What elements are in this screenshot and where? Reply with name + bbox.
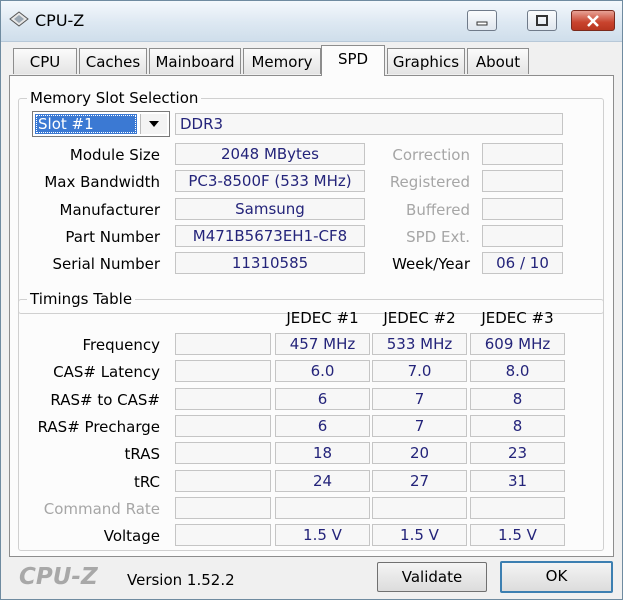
week-year-field: 06 / 10 (482, 252, 563, 274)
timing-value-cell: 1.5 V (372, 524, 467, 546)
version-label: Version 1.52.2 (127, 571, 235, 589)
timing-row-label: tRAS (124, 445, 160, 463)
tab-caches[interactable]: Caches (79, 48, 147, 74)
max-bandwidth-field: PC3-8500F (533 MHz) (175, 170, 365, 192)
timing-blank-cell (175, 415, 271, 437)
timing-value-cell: 609 MHz (470, 333, 565, 355)
timing-value-cell: 8 (470, 388, 565, 410)
timing-value-cell: 6 (275, 415, 370, 437)
timing-value-cell: 27 (372, 470, 467, 492)
timings-col-header: JEDEC #2 (383, 309, 456, 327)
spd-page: Memory Slot Selection Slot #1 DDR3 Modul… (9, 75, 614, 557)
registered-label: Registered (389, 173, 470, 191)
timing-blank-cell (175, 497, 271, 519)
timing-value-cell: 6.0 (275, 360, 370, 382)
minimize-button[interactable] (467, 10, 497, 31)
timing-value-cell: 1.5 V (470, 524, 565, 546)
timing-value-cell (275, 497, 370, 519)
timing-value-cell: 533 MHz (372, 333, 467, 355)
timing-value-cell: 20 (372, 442, 467, 464)
validate-button[interactable]: Validate (377, 562, 487, 592)
timing-row-label: RAS# to CAS# (50, 391, 160, 409)
timing-row-label: tRC (133, 473, 160, 491)
timing-row-label: RAS# Precharge (37, 418, 160, 436)
manufacturer-label: Manufacturer (59, 201, 161, 219)
timings-col-header: JEDEC #1 (286, 309, 359, 327)
module-size-field: 2048 MBytes (175, 143, 365, 165)
maximize-button[interactable] (527, 10, 557, 31)
part-number-field: M471B5673EH1-CF8 (175, 225, 365, 247)
timing-row-label: CAS# Latency (53, 363, 160, 381)
timing-row-label: Command Rate (43, 500, 160, 518)
ok-button[interactable]: OK (500, 561, 613, 593)
timing-value-cell: 31 (470, 470, 565, 492)
slot-select[interactable]: Slot #1 (32, 111, 170, 137)
slot-select-arrow[interactable] (140, 114, 167, 134)
correction-label: Correction (392, 146, 470, 164)
maximize-icon (536, 14, 548, 26)
memory-type-field: DDR3 (175, 113, 563, 135)
timing-blank-cell (175, 524, 271, 546)
cpuz-brand-logo: CPU-Z (19, 564, 98, 590)
manufacturer-field: Samsung (175, 198, 365, 220)
timing-blank-cell (175, 442, 271, 464)
timing-value-cell: 18 (275, 442, 370, 464)
minimize-icon (476, 21, 488, 25)
timing-value-cell: 457 MHz (275, 333, 370, 355)
tab-graphics[interactable]: Graphics (387, 48, 465, 74)
timing-row-label: Voltage (103, 527, 160, 545)
serial-number-label: Serial Number (52, 255, 160, 273)
timing-value-cell: 1.5 V (275, 524, 370, 546)
timing-value-cell (470, 497, 565, 519)
timing-blank-cell (175, 388, 271, 410)
cpuz-window: CPU-Z CPU Caches Mainboard Memory SPD Gr… (0, 0, 623, 600)
tab-spd[interactable]: SPD (321, 45, 385, 76)
tab-memory[interactable]: Memory (243, 48, 321, 74)
timing-blank-cell (175, 333, 271, 355)
timing-row-label: Frequency (82, 336, 161, 354)
tab-mainboard[interactable]: Mainboard (149, 48, 241, 74)
timings-col-header: JEDEC #3 (481, 309, 554, 327)
week-year-label: Week/Year (392, 255, 470, 273)
timing-value-cell: 6 (275, 388, 370, 410)
buffered-label: Buffered (406, 201, 470, 219)
buffered-field (482, 198, 563, 220)
chevron-down-icon (149, 121, 159, 127)
memory-slot-group-title: Memory Slot Selection (27, 89, 202, 107)
timings-group-title: Timings Table (27, 290, 136, 308)
timing-value-cell: 8 (470, 415, 565, 437)
correction-field (482, 143, 563, 165)
timing-value-cell (372, 497, 467, 519)
close-button[interactable] (571, 10, 615, 31)
timing-value-cell: 7.0 (372, 360, 467, 382)
timing-value-cell: 7 (372, 388, 467, 410)
spd-ext-label: SPD Ext. (406, 228, 470, 246)
title-bar[interactable]: CPU-Z (1, 1, 622, 42)
part-number-label: Part Number (65, 228, 160, 246)
serial-number-field: 11310585 (175, 252, 365, 274)
timing-value-cell: 24 (275, 470, 370, 492)
tab-cpu[interactable]: CPU (13, 48, 77, 74)
timing-value-cell: 8.0 (470, 360, 565, 382)
spd-ext-field (482, 225, 563, 247)
timing-value-cell: 7 (372, 415, 467, 437)
module-size-label: Module Size (69, 146, 160, 164)
tab-about[interactable]: About (467, 48, 529, 74)
client-area: CPU Caches Mainboard Memory SPD Graphics… (1, 42, 622, 599)
cpuz-app-icon (9, 11, 29, 27)
max-bandwidth-label: Max Bandwidth (44, 173, 160, 191)
registered-field (482, 170, 563, 192)
timing-blank-cell (175, 360, 271, 382)
timing-blank-cell (175, 470, 271, 492)
timing-value-cell: 23 (470, 442, 565, 464)
window-title: CPU-Z (35, 11, 85, 30)
close-icon (587, 14, 599, 27)
slot-select-value: Slot #1 (35, 114, 137, 134)
